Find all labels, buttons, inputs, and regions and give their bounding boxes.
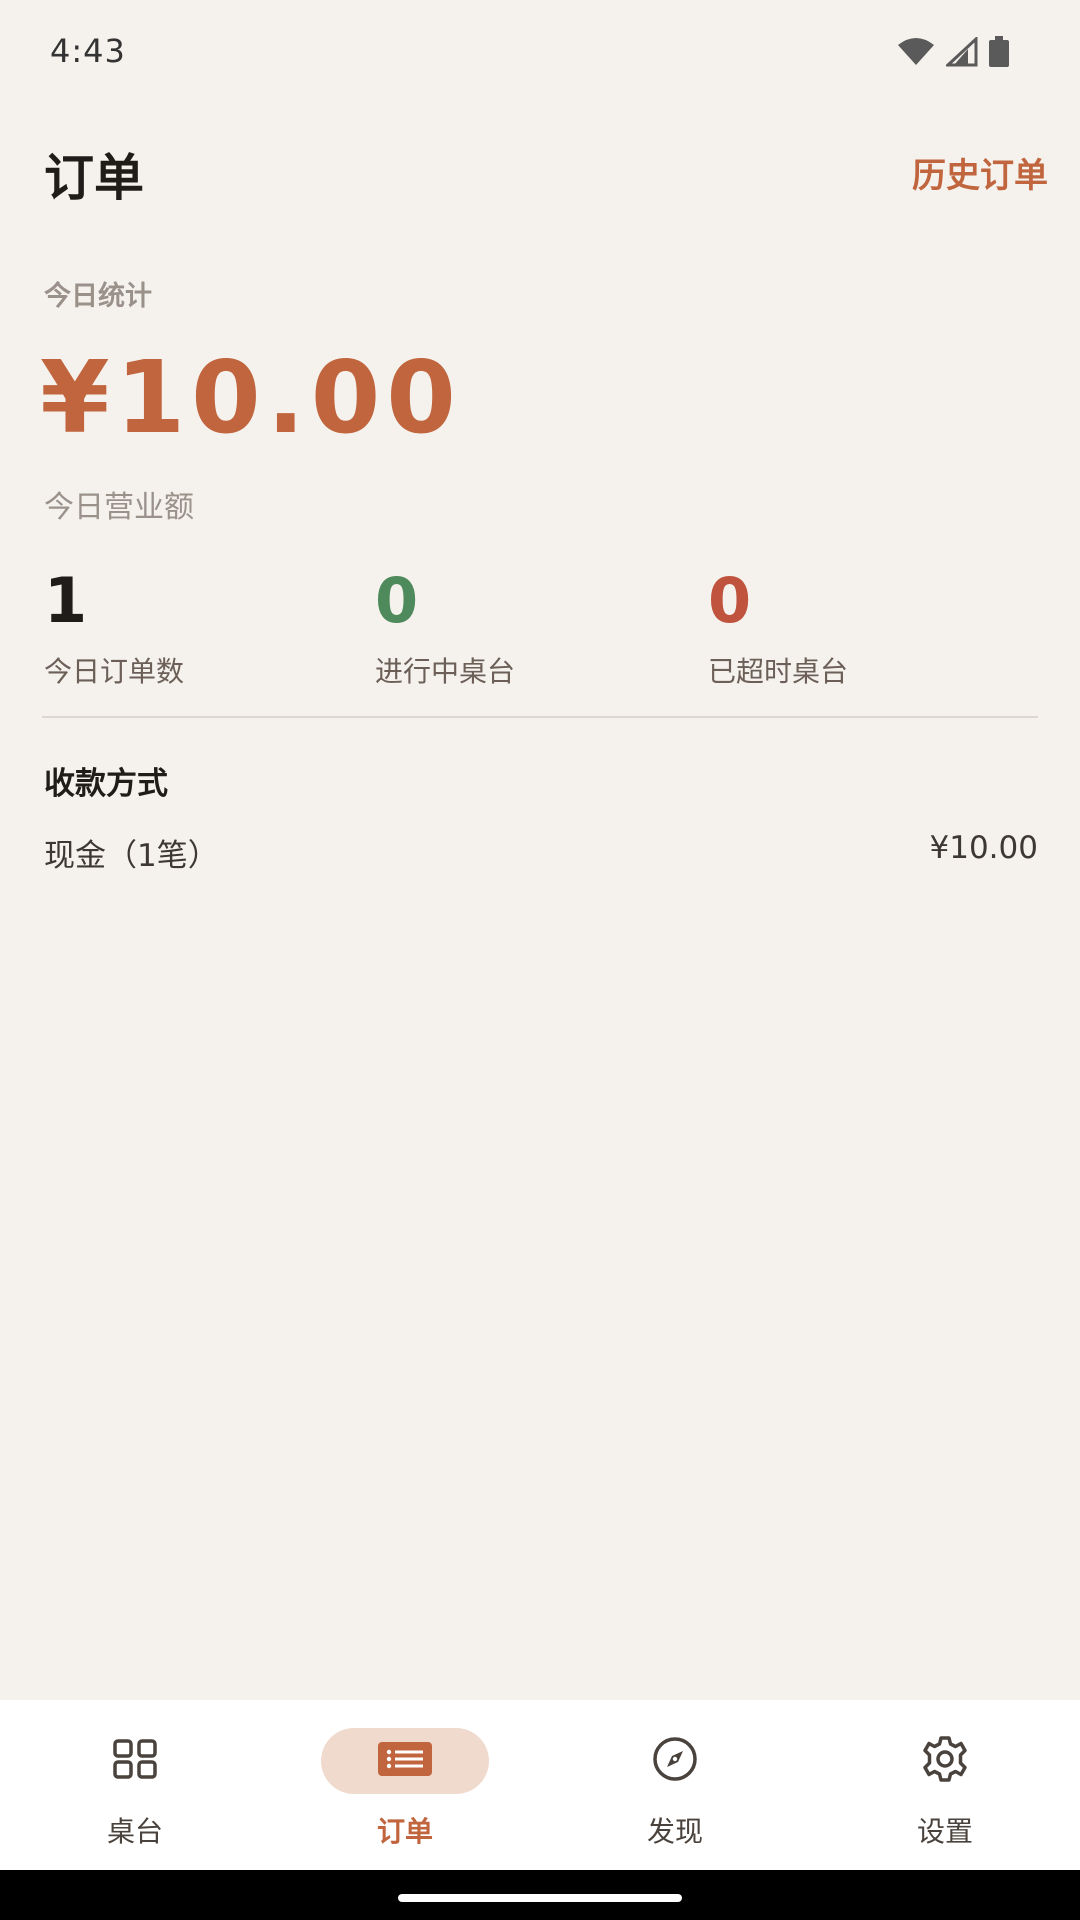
today-revenue-value: ¥10.00	[40, 339, 462, 456]
nav-tab-settings[interactable]: 设置	[810, 1700, 1080, 1870]
bottom-navigation: 桌台 订单 发现 设置	[0, 1700, 1080, 1870]
metric-overtime-tables: 0 已超时桌台	[708, 570, 848, 690]
status-bar: 4:43	[0, 0, 1080, 104]
home-gesture-handle[interactable]	[398, 1894, 682, 1902]
wifi-icon	[896, 37, 936, 71]
nav-label: 发现	[646, 1815, 703, 1848]
orders-screen: 4:43 订单 历史订单 今日统计 ¥10.00 今日营业额 1 今日订单数 0…	[0, 0, 1080, 1920]
payment-methods-title: 收款方式	[44, 766, 168, 802]
compass-icon	[651, 1735, 699, 1787]
metric-active-tables: 0 进行中桌台	[375, 570, 515, 690]
metric-value: 1	[44, 564, 88, 637]
payment-amount: ¥10.00	[929, 830, 1038, 866]
nav-label: 桌台	[106, 1815, 163, 1848]
nav-tab-orders[interactable]: 订单	[270, 1700, 540, 1870]
payment-method-label: 现金（1笔）	[44, 838, 219, 874]
battery-icon	[988, 36, 1010, 72]
payment-row: 现金（1笔） ¥10.00	[44, 830, 1038, 875]
nav-tab-discover[interactable]: 发现	[540, 1700, 810, 1870]
nav-label: 订单	[376, 1815, 433, 1848]
status-time: 4:43	[50, 32, 126, 70]
today-stats-label: 今日统计	[44, 281, 152, 312]
metric-label: 已超时桌台	[708, 655, 849, 688]
grid-icon	[112, 1739, 158, 1783]
metric-order-count: 1 今日订单数	[44, 570, 184, 690]
today-revenue-label: 今日营业额	[44, 490, 194, 525]
cellular-signal-icon	[944, 35, 978, 71]
metric-label: 进行中桌台	[375, 655, 516, 688]
history-orders-button[interactable]: 历史订单	[912, 148, 1048, 197]
metric-label: 今日订单数	[44, 655, 185, 688]
gear-icon	[920, 1734, 970, 1788]
metric-value: 0	[375, 564, 419, 637]
metric-value: 0	[708, 564, 752, 637]
receipt-icon	[377, 1741, 433, 1781]
nav-label: 设置	[916, 1815, 973, 1848]
divider	[42, 716, 1038, 718]
status-icons	[896, 35, 1010, 72]
page-title: 订单	[44, 149, 144, 207]
nav-tab-tables[interactable]: 桌台	[0, 1700, 270, 1870]
